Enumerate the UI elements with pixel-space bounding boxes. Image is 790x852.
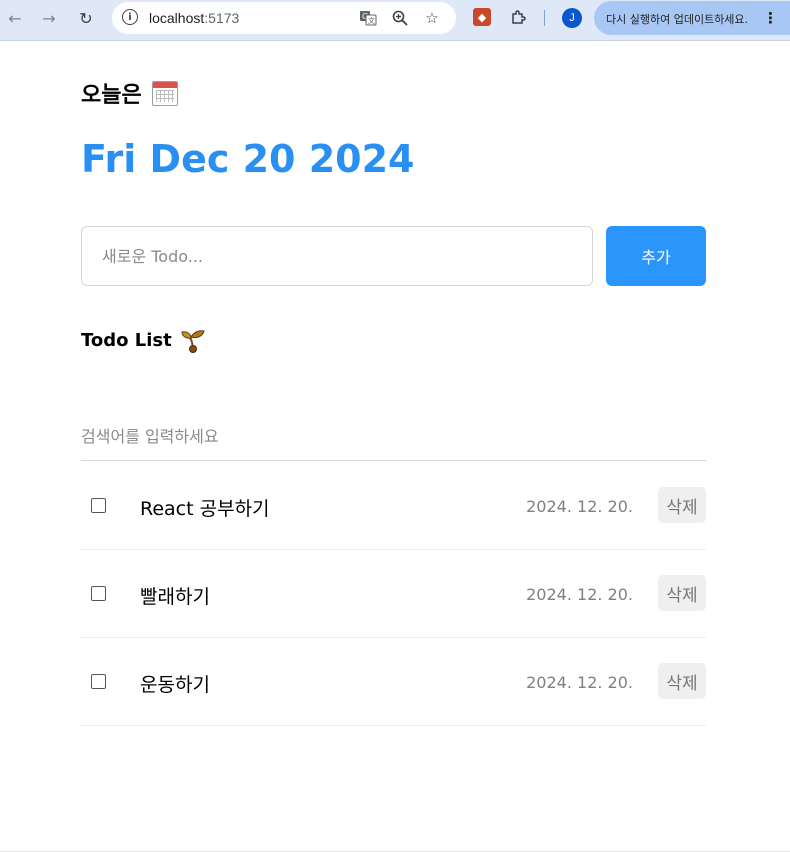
address-url[interactable]: localhost:5173 — [149, 10, 239, 26]
delete-button[interactable]: 삭제 — [658, 487, 706, 523]
update-text: 다시 실행하여 업데이트하세요. — [606, 13, 749, 26]
todo-checkbox[interactable] — [91, 586, 106, 601]
bookmark-star-icon[interactable]: ☆ — [422, 8, 442, 28]
url-port: :5173 — [204, 10, 240, 26]
translate-icon[interactable]: G文 — [358, 8, 378, 28]
list-header: Todo List — [81, 327, 206, 353]
browser-toolbar: ← → ↻ i localhost:5173 G文 ☆ ◆ J 다시 실행하여 … — [0, 0, 790, 41]
address-bar[interactable]: i localhost:5173 G文 ☆ — [112, 2, 456, 34]
todo-content: 빨래하기 — [140, 586, 210, 608]
todo-checkbox[interactable] — [91, 674, 106, 689]
date-title: Fri Dec 20 2024 — [81, 137, 415, 181]
todo-checkbox[interactable] — [91, 498, 106, 513]
sprout-icon — [181, 330, 205, 353]
calendar-icon — [151, 80, 178, 106]
extension-icon[interactable]: ◆ — [473, 8, 491, 26]
profile-avatar[interactable]: J — [562, 8, 582, 28]
site-info-icon[interactable]: i — [122, 9, 138, 25]
today-label: 오늘은 — [81, 83, 142, 108]
todo-date: 2024. 12. 20. — [526, 585, 633, 604]
forward-icon[interactable]: → — [37, 6, 61, 30]
todo-date: 2024. 12. 20. — [526, 673, 633, 692]
add-button[interactable]: 추가 — [606, 226, 706, 286]
todo-content: React 공부하기 — [140, 498, 270, 520]
reload-icon[interactable]: ↻ — [74, 6, 98, 30]
todo-item: React 공부하기 2024. 12. 20. 삭제 — [81, 462, 706, 550]
header: 오늘은 — [81, 77, 178, 109]
delete-button[interactable]: 삭제 — [658, 575, 706, 611]
delete-button[interactable]: 삭제 — [658, 663, 706, 699]
todo-date: 2024. 12. 20. — [526, 497, 633, 516]
todo-content: 운동하기 — [140, 674, 210, 696]
new-todo-input[interactable] — [81, 226, 593, 286]
toolbar-divider — [544, 10, 545, 26]
avatar-letter: J — [569, 12, 575, 24]
extensions-puzzle-icon[interactable] — [509, 8, 527, 26]
zoom-icon[interactable] — [390, 8, 410, 28]
url-host: localhost — [149, 10, 205, 26]
svg-text:文: 文 — [368, 16, 375, 25]
todo-item: 운동하기 2024. 12. 20. 삭제 — [81, 638, 706, 726]
menu-kebab-icon[interactable]: ⋮ — [763, 9, 778, 27]
todo-item: 빨래하기 2024. 12. 20. 삭제 — [81, 550, 706, 638]
list-title: Todo List — [81, 329, 172, 351]
update-button[interactable]: 다시 실행하여 업데이트하세요. ⋮ — [594, 1, 790, 35]
search-input[interactable] — [81, 413, 706, 461]
back-icon[interactable]: ← — [3, 6, 27, 30]
todo-list: React 공부하기 2024. 12. 20. 삭제 빨래하기 2024. 1… — [81, 462, 706, 726]
